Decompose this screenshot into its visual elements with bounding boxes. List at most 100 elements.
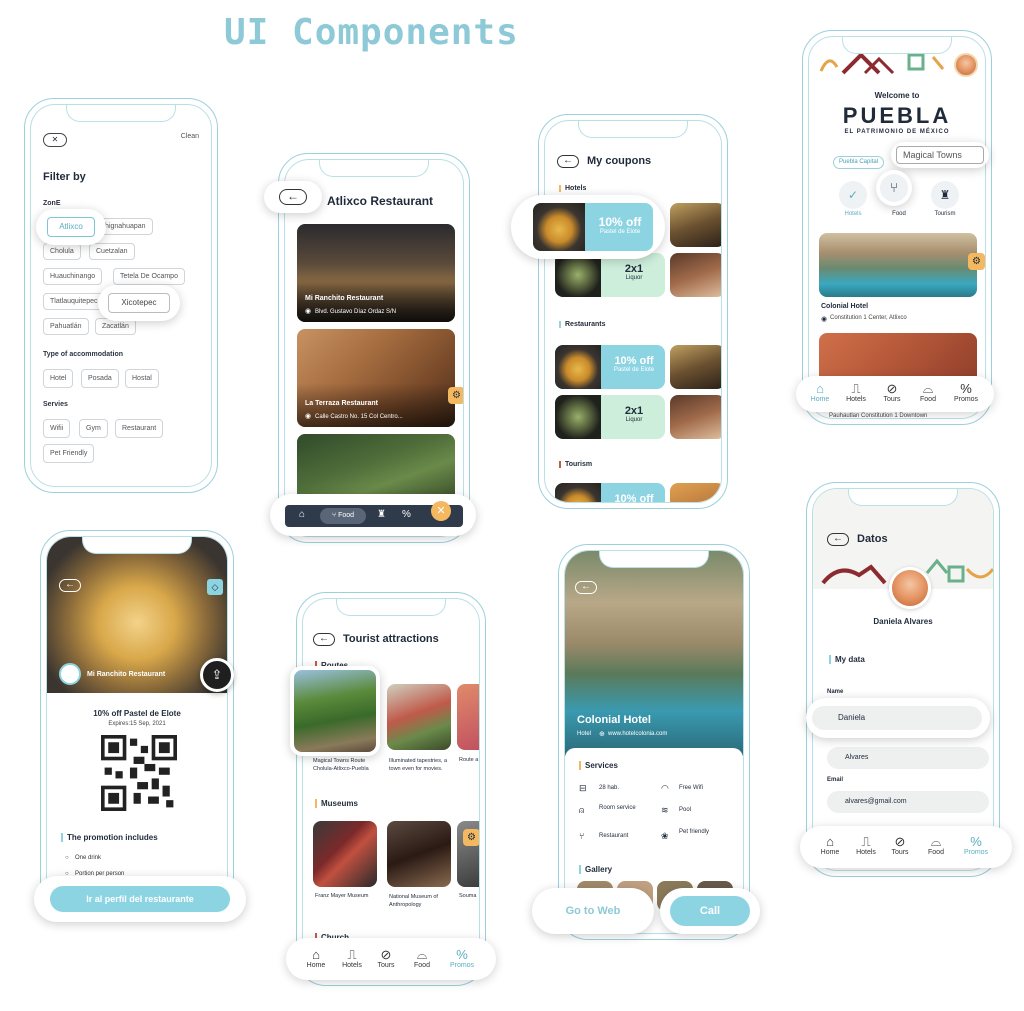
nav-tours[interactable]: ⊘ Tours bbox=[884, 835, 916, 857]
nav-food[interactable]: ⌓ Food bbox=[920, 835, 952, 857]
route-3-photo[interactable] bbox=[457, 684, 479, 750]
category-food[interactable]: ⑂ bbox=[880, 174, 908, 202]
back-button[interactable]: ← bbox=[313, 633, 335, 646]
clean-link[interactable]: Clean bbox=[181, 133, 199, 140]
nav-promos[interactable]: % Promos bbox=[444, 948, 480, 970]
restaurant-card-2[interactable]: La Terraza Restaurant ◉ Calle Castro No.… bbox=[297, 329, 455, 427]
nav-home[interactable]: ⌂ Home bbox=[814, 834, 846, 857]
city-tagline: EL PATRIMONIO DE MÉXICO bbox=[844, 129, 950, 135]
nav-hotels[interactable]: ⎍ Hotels bbox=[840, 382, 872, 404]
nav-food[interactable]: ⌓ Food bbox=[406, 948, 438, 970]
cloche-icon: ⌓ bbox=[922, 381, 934, 396]
hotel-card-photo[interactable] bbox=[819, 233, 977, 297]
restaurant-logo bbox=[59, 663, 81, 685]
email-field[interactable]: alvares@gmail.com bbox=[827, 791, 989, 813]
filter-fab[interactable]: ⚙ bbox=[463, 829, 479, 846]
zone-chip-3[interactable]: Cholula bbox=[43, 243, 81, 260]
accommodation-chip-hotel[interactable]: Hotel bbox=[43, 369, 74, 388]
coupon-tourism-1[interactable]: 10% off bbox=[555, 483, 665, 502]
page-heading: UI Components bbox=[224, 12, 519, 53]
tag-chip[interactable]: Puebla Capital bbox=[833, 156, 885, 169]
hotel-card-address: Constitution 1 Center, Atlixco bbox=[830, 315, 907, 321]
service-restaurant: Restaurant bbox=[599, 833, 629, 839]
home-icon: ⌂ bbox=[816, 381, 824, 396]
nav-label: Tours bbox=[377, 962, 395, 969]
zone-chip-8[interactable]: Xicotepec bbox=[108, 293, 170, 313]
hotel-icon[interactable]: ⌂ bbox=[299, 509, 305, 520]
search-input[interactable]: Magical Towns bbox=[896, 146, 984, 164]
nav-label: Food bbox=[928, 849, 944, 856]
pool-icon: ≋ bbox=[661, 805, 669, 815]
gallery-label: Gallery bbox=[579, 865, 612, 874]
close-button[interactable]: ✕ bbox=[43, 133, 67, 147]
filter-fab[interactable]: ⚙ bbox=[968, 253, 985, 270]
category-tourism[interactable]: ♜ bbox=[931, 181, 959, 209]
service-chip-gym[interactable]: Gym bbox=[79, 419, 108, 438]
restaurant-card-1[interactable]: Mi Ranchito Restaurant ◉ Blvd. Gustavo D… bbox=[297, 224, 455, 322]
profile-phone: ← Datos Daniela Alvares My data Name Las… bbox=[806, 482, 1000, 877]
nav-hotels[interactable]: ⎍ Hotels bbox=[336, 948, 368, 970]
coupon-icon[interactable]: ◇ bbox=[207, 579, 223, 595]
food-tab-active[interactable]: ⑂ Food bbox=[320, 508, 366, 524]
wifi-icon: ◠ bbox=[661, 783, 669, 793]
nav-home[interactable]: ⌂ Home bbox=[300, 948, 332, 970]
service-pets: Pet friendly bbox=[679, 829, 710, 835]
zone-chip-9[interactable]: Pahuatlán bbox=[43, 318, 89, 335]
service-chip-wifi[interactable]: Wifii bbox=[43, 419, 71, 438]
nav-home[interactable]: ⌂ Home bbox=[804, 381, 836, 404]
nav-label: Promos bbox=[449, 962, 475, 969]
nav-tours[interactable]: ⊘ Tours bbox=[370, 948, 402, 970]
service-chip-pet[interactable]: Pet Friendly bbox=[43, 444, 95, 463]
promo-icon[interactable]: % bbox=[402, 509, 411, 520]
name-field[interactable]: Daniela bbox=[812, 706, 982, 730]
coupon-hotel-1[interactable]: 10% off Pastel de Elote bbox=[533, 203, 653, 251]
service-pool: Pool bbox=[679, 807, 692, 813]
nav-label: Home bbox=[306, 962, 326, 969]
filter-fab[interactable]: ⚙ bbox=[448, 387, 463, 404]
coupon-restaurant-2[interactable]: 2x1 Liquor bbox=[555, 395, 665, 439]
profile-avatar[interactable] bbox=[889, 567, 931, 609]
call-button[interactable]: Call bbox=[670, 896, 750, 926]
location-icon: ◉ bbox=[305, 308, 312, 315]
nav-tours[interactable]: ⊘ Tours bbox=[876, 382, 908, 404]
restaurant-card-1-name: Mi Ranchito Restaurant bbox=[305, 295, 384, 302]
museum-1-photo[interactable] bbox=[313, 821, 377, 887]
route-2-photo[interactable] bbox=[387, 684, 451, 750]
accommodation-chip-posada[interactable]: Posada bbox=[81, 369, 119, 388]
zone-chip-5[interactable]: Huauchinango bbox=[43, 268, 103, 285]
route-1-photo[interactable] bbox=[294, 670, 376, 752]
back-button[interactable]: ← bbox=[575, 581, 597, 594]
back-button[interactable]: ← bbox=[557, 155, 579, 168]
nav-promos[interactable]: % Promos bbox=[948, 382, 984, 404]
museum-2-photo[interactable] bbox=[387, 821, 451, 887]
nav-label: Food bbox=[920, 396, 936, 403]
close-bar-button[interactable]: ✕ bbox=[431, 501, 451, 521]
zone-chip-6[interactable]: Tetela De Ocampo bbox=[113, 268, 185, 285]
service-chip-restaurant[interactable]: Restaurant bbox=[115, 419, 164, 438]
back-button[interactable]: ← bbox=[827, 533, 849, 546]
section-restaurants: Restaurants bbox=[559, 321, 605, 328]
nav-promos[interactable]: % Promos bbox=[958, 835, 994, 857]
coupon-restaurant-2-preview bbox=[670, 395, 721, 439]
zone-chip-7[interactable]: Tlatlauquitepec bbox=[43, 293, 105, 310]
category-hotels[interactable]: ✓ bbox=[839, 181, 867, 209]
accommodation-chip-hostal[interactable]: Hostal bbox=[125, 369, 159, 388]
go-to-web-button[interactable]: Go to Web bbox=[540, 896, 646, 926]
zone-chip-1[interactable]: Atlixco bbox=[47, 217, 95, 237]
zone-chip-4[interactable]: Cuetzalan bbox=[89, 243, 135, 260]
home-icon: ⌂ bbox=[826, 834, 834, 849]
coupon-hotel-2[interactable]: 2x1 Liquor bbox=[555, 253, 665, 297]
share-button[interactable]: ⇪ bbox=[200, 658, 234, 692]
back-button[interactable]: ← bbox=[279, 189, 307, 205]
avatar[interactable] bbox=[954, 53, 978, 77]
hotel-web[interactable]: www.hotelcolonia.com bbox=[608, 731, 667, 737]
coupon-restaurant-1[interactable]: 10% off Pastel de Elote bbox=[555, 345, 665, 389]
nav-hotels[interactable]: ⎍ Hotels bbox=[850, 835, 882, 857]
nav-food[interactable]: ⌓ Food bbox=[912, 381, 944, 404]
lastname-field[interactable]: Alvares bbox=[827, 747, 989, 769]
service-wifi: Free Wifi bbox=[679, 785, 703, 791]
back-button[interactable]: ← bbox=[59, 579, 81, 592]
restaurant-profile-button[interactable]: Ir al perfil del restaurante bbox=[50, 886, 230, 912]
castle-icon[interactable]: ♜ bbox=[377, 509, 386, 520]
coupons-title: My coupons bbox=[587, 155, 652, 167]
